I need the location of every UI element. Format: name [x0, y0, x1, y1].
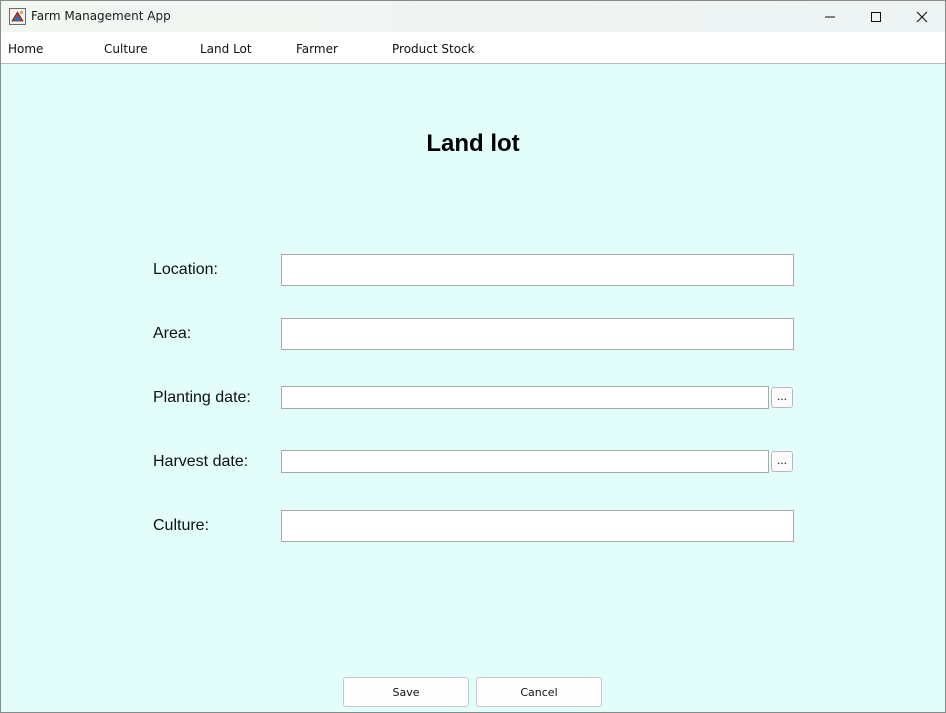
harvest-date-picker-button[interactable]: ...	[771, 451, 793, 472]
menu-item-land-lot[interactable]: Land Lot	[200, 42, 252, 56]
area-label: Area:	[153, 325, 192, 342]
location-input[interactable]	[281, 254, 794, 286]
cancel-button[interactable]: Cancel	[476, 677, 602, 707]
culture-label: Culture:	[153, 517, 210, 534]
close-icon	[916, 11, 928, 22]
planting-date-label: Planting date:	[153, 389, 251, 406]
menu-item-culture[interactable]: Culture	[104, 42, 148, 56]
menu-bar: Home Culture Land Lot Farmer Product Sto…	[1, 32, 945, 64]
menu-item-farmer[interactable]: Farmer	[296, 42, 338, 56]
close-button[interactable]	[899, 1, 945, 32]
window-title: Farm Management App	[31, 9, 171, 23]
maximize-button[interactable]	[853, 1, 899, 32]
planting-date-input[interactable]	[281, 386, 769, 409]
land-lot-form: Land lot Location: Area: Planting date: …	[1, 65, 945, 712]
app-window: Farm Management App Home Culture Land Lo…	[0, 0, 946, 713]
menu-item-home[interactable]: Home	[8, 42, 43, 56]
menu-item-product-stock[interactable]: Product Stock	[392, 42, 475, 56]
app-icon	[9, 8, 26, 25]
maximize-icon	[871, 11, 881, 22]
harvest-date-input[interactable]	[281, 450, 769, 473]
save-button[interactable]: Save	[343, 677, 469, 707]
planting-date-picker-button[interactable]: ...	[771, 387, 793, 408]
minimize-button[interactable]	[807, 1, 853, 32]
title-bar[interactable]: Farm Management App	[1, 1, 945, 32]
culture-input[interactable]	[281, 510, 794, 542]
location-label: Location:	[153, 261, 218, 278]
area-input[interactable]	[281, 318, 794, 350]
page-title: Land lot	[426, 130, 520, 157]
harvest-date-label: Harvest date:	[153, 453, 249, 470]
minimize-icon	[825, 16, 835, 17]
